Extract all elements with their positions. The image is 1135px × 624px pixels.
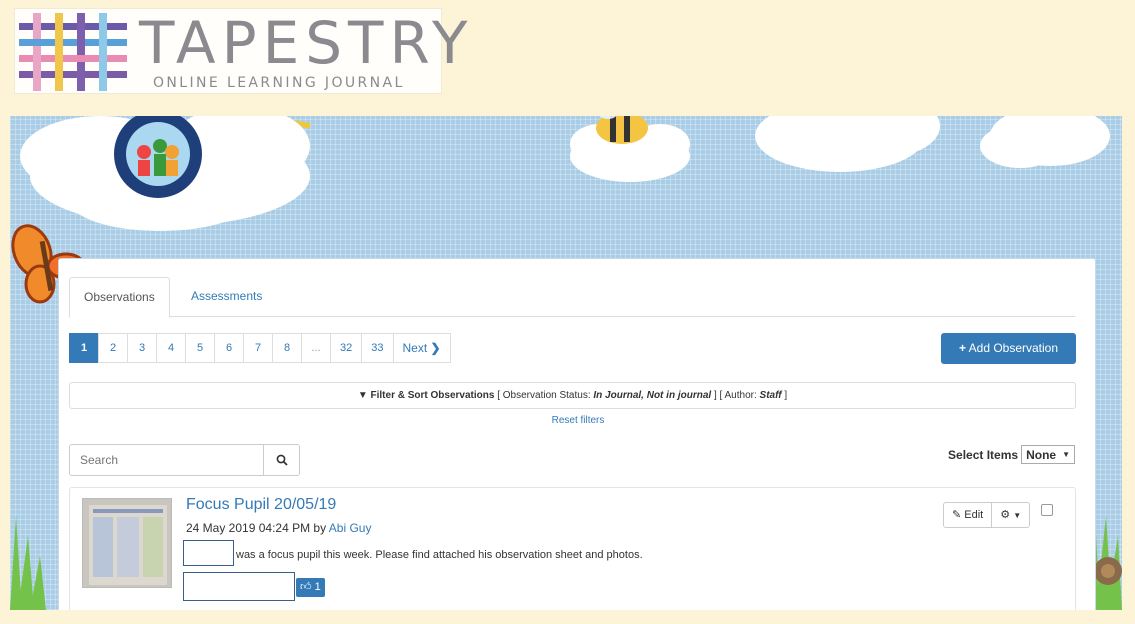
main-panel: Observations Assessments 1 2 3 4 5 6 7 8… [58, 258, 1096, 610]
page-1[interactable]: 1 [69, 333, 99, 363]
options-dropdown-button[interactable]: ⚙ ▼ [991, 503, 1029, 527]
edit-label: Edit [964, 509, 984, 521]
filter-status-prefix: [ Observation Status: [497, 390, 591, 401]
caret-down-icon: ▼ [1013, 511, 1022, 520]
page-32[interactable]: 32 [330, 333, 363, 363]
observation-meta: 24 May 2019 04:24 PM by Abi Guy [186, 521, 371, 535]
logo-title: TAPESTRY [139, 9, 474, 77]
select-items-dropdown[interactable]: None ▼ [1021, 445, 1075, 464]
chevron-right-icon: ❯ [430, 341, 441, 355]
thumbs-up-icon: 👍︎ [300, 581, 312, 593]
tapestry-logo: TAPESTRY ONLINE LEARNING JOURNAL [14, 8, 468, 94]
page-2[interactable]: 2 [98, 333, 128, 363]
search-button[interactable] [263, 445, 299, 475]
page-3[interactable]: 3 [127, 333, 157, 363]
next-page-button[interactable]: Next ❯ [392, 333, 451, 363]
observation-thumbnail[interactable] [82, 498, 172, 588]
filter-author-prefix: ] [ Author: [713, 390, 757, 401]
edit-button-group: ✎ Edit ⚙ ▼ [943, 502, 1031, 528]
select-items-control: Select Items None ▼ [948, 445, 1075, 464]
search-box [69, 444, 300, 476]
pagination: 1 2 3 4 5 6 7 8 ... 32 33 Next ❯ [69, 333, 451, 363]
add-observation-label: Add Observation [968, 341, 1059, 355]
filter-suffix: ] [784, 390, 788, 401]
tab-bar: Observations Assessments [69, 277, 1075, 318]
select-items-label: Select Items [948, 447, 1019, 462]
document-photo-icon [89, 505, 167, 585]
select-observation-checkbox[interactable] [1041, 504, 1053, 516]
snail-icon [1094, 557, 1122, 585]
tapestry-weave-icon [19, 13, 127, 91]
page-8[interactable]: 8 [272, 333, 302, 363]
logo-subtitle: ONLINE LEARNING JOURNAL [153, 75, 405, 91]
like-count: 1 [314, 581, 321, 593]
filter-author-value: Staff [759, 390, 782, 401]
redacted-name-box [183, 540, 234, 566]
page-6[interactable]: 6 [214, 333, 244, 363]
edit-button[interactable]: ✎ Edit [944, 503, 991, 527]
tab-assessments[interactable]: Assessments [177, 277, 276, 317]
redacted-box [183, 572, 295, 601]
select-items-value: None [1026, 447, 1057, 462]
banner-scene: Observations Assessments 1 2 3 4 5 6 7 8… [10, 116, 1122, 610]
page-7[interactable]: 7 [243, 333, 273, 363]
page-ellipsis: ... [301, 333, 331, 363]
filter-sort-bar[interactable]: ▼ Filter & Sort Observations [ Observati… [69, 382, 1076, 409]
observation-card: Focus Pupil 20/05/19 24 May 2019 04:24 P… [69, 487, 1076, 610]
cloud-right [755, 116, 1110, 172]
observation-date: 24 May 2019 04:24 PM by [186, 521, 327, 535]
filter-label: Filter & Sort Observations [370, 390, 495, 401]
filter-status-value: In Journal, Not in journal [593, 390, 712, 401]
reset-filters-link[interactable]: Reset filters [59, 415, 1097, 426]
page-4[interactable]: 4 [156, 333, 186, 363]
like-button[interactable]: 👍︎ 1 [296, 578, 325, 597]
search-input[interactable] [70, 445, 263, 475]
gear-icon: ⚙ [1000, 509, 1011, 521]
observation-title[interactable]: Focus Pupil 20/05/19 [186, 496, 336, 514]
observation-author-link[interactable]: Abi Guy [329, 521, 372, 535]
plus-icon: + [958, 341, 966, 355]
observation-text: was a focus pupil this week. Please find… [236, 549, 643, 561]
filter-icon: ▼ [357, 390, 368, 401]
add-observation-button[interactable]: + Add Observation [941, 333, 1076, 364]
next-label: Next [402, 341, 428, 355]
caret-down-icon: ▼ [1062, 450, 1070, 459]
tab-observations[interactable]: Observations [69, 277, 170, 318]
page-5[interactable]: 5 [185, 333, 215, 363]
search-icon [276, 454, 288, 466]
page-33[interactable]: 33 [361, 333, 394, 363]
pencil-icon: ✎ [952, 509, 962, 521]
